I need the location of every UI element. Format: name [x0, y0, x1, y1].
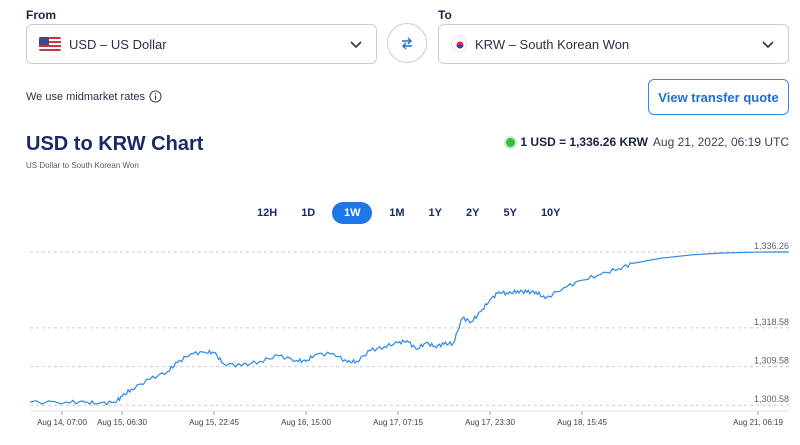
y-tick-label: 1,300.58	[754, 394, 789, 404]
range-tab-1m[interactable]: 1M	[382, 202, 411, 224]
kr-flag-icon	[451, 36, 467, 52]
rate-line-chart[interactable]: 1,336.26 1,318.58 1,309.58 1,300.58 Aug 14, …	[0, 232, 800, 445]
to-currency-text: KRW – South Korean Won	[475, 36, 630, 52]
from-currency-select[interactable]: USD – US Dollar	[26, 24, 377, 64]
y-tick-label: 1,336.26	[754, 241, 789, 251]
range-tab-12h[interactable]: 12H	[250, 202, 284, 224]
range-tab-1d[interactable]: 1D	[294, 202, 322, 224]
range-tab-1w[interactable]: 1W	[332, 202, 373, 224]
x-tick-label: Aug 17, 23:30	[465, 418, 515, 427]
current-rate: 1 USD = 1,336.26 KRW Aug 21, 2022, 06:19…	[506, 135, 789, 149]
x-tick-label: Aug 15, 06:30	[97, 418, 147, 427]
midmarket-note-text: We use midmarket rates	[26, 90, 146, 103]
chart-title: USD to KRW Chart	[26, 133, 204, 155]
us-flag-icon	[39, 37, 61, 51]
from-currency-text: USD – US Dollar	[69, 36, 167, 52]
chevron-down-icon	[762, 41, 774, 49]
live-status-dot	[506, 137, 516, 147]
x-tick-label: Aug 14, 07:00	[37, 418, 87, 427]
midmarket-note: We use midmarket rates	[26, 90, 162, 103]
to-label: To	[438, 8, 452, 22]
range-selector: 12H 1D 1W 1M 1Y 2Y 5Y 10Y	[250, 202, 578, 224]
to-currency-select[interactable]: KRW – South Korean Won	[438, 24, 789, 64]
range-tab-1y[interactable]: 1Y	[422, 202, 449, 224]
y-tick-label: 1,318.58	[754, 317, 789, 327]
from-label: From	[26, 8, 56, 22]
view-transfer-quote-button[interactable]: View transfer quote	[648, 79, 789, 115]
rate-value: 1 USD = 1,336.26 KRW	[520, 135, 648, 149]
range-tab-5y[interactable]: 5Y	[496, 202, 523, 224]
range-tab-10y[interactable]: 10Y	[534, 202, 568, 224]
swap-currencies-button[interactable]	[387, 23, 427, 63]
x-tick-label: Aug 21, 06:19	[733, 418, 783, 427]
x-tick-label: Aug 18, 15:45	[557, 418, 607, 427]
range-tab-2y[interactable]: 2Y	[459, 202, 486, 224]
swap-arrows-icon	[402, 37, 412, 50]
chevron-down-icon	[350, 41, 362, 49]
y-tick-label: 1,309.58	[754, 356, 789, 366]
rate-timestamp: Aug 21, 2022, 06:19 UTC	[652, 135, 789, 149]
chart-subtitle: US Dollar to South Korean Won	[26, 161, 139, 170]
x-tick-label: Aug 15, 22:45	[189, 418, 239, 427]
x-tick-label: Aug 16, 15:00	[281, 418, 331, 427]
info-icon[interactable]	[149, 90, 162, 103]
x-tick-label: Aug 17, 07:15	[373, 418, 423, 427]
